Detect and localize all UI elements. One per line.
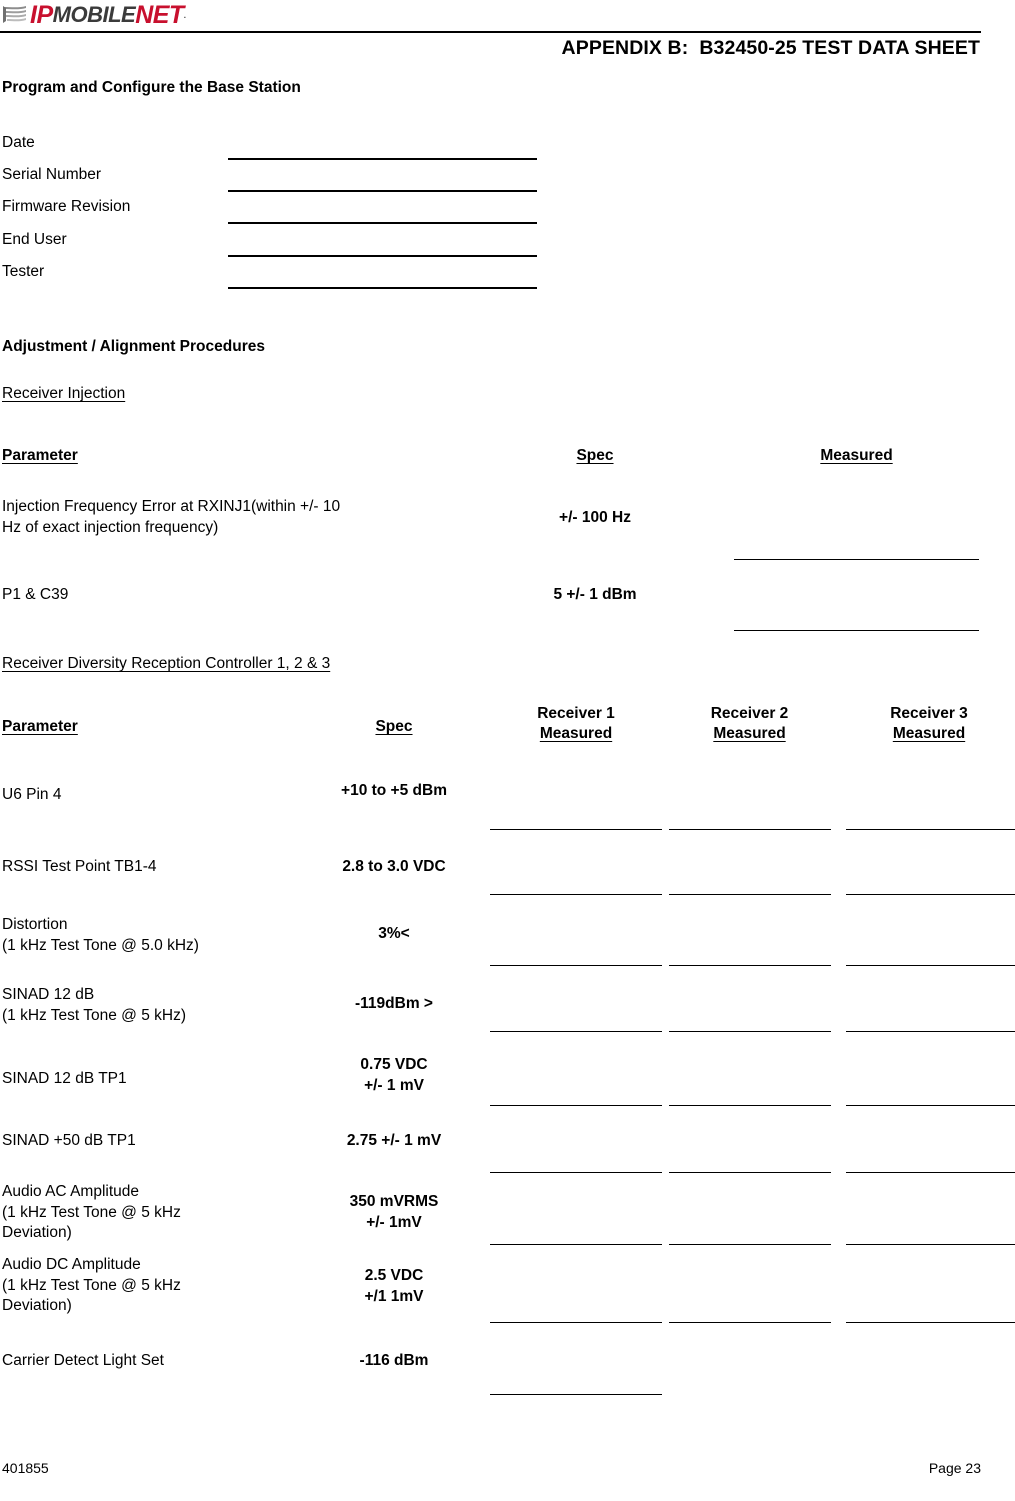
table2-row-spec: 2.8 to 3.0 VDC [342,858,446,875]
table1-header-parameter: Parameter [2,447,78,464]
table2-row-receiver3-line[interactable] [846,1322,1015,1323]
table1-row-measured-line[interactable] [734,630,979,631]
logo-text-net: NET [135,0,184,29]
table2-header-receiver2: Receiver 2 [710,705,789,722]
table2-row-receiver3-line[interactable] [846,894,1015,895]
footer-document-number: 401855 [2,1460,49,1476]
field-label-tester: Tester [2,263,45,280]
table2-row-parameter: SINAD +50 dB TP1 [2,1132,136,1149]
table2-row-receiver1-line[interactable] [490,1105,662,1106]
field-line-tester[interactable] [228,287,537,289]
table2-header-receiver2-measured: Measured [713,725,786,742]
page-header: IP MOBILE NET . APPENDIX B: B32450-25 TE… [0,0,1015,70]
table2-row-receiver1-line[interactable] [490,1172,662,1173]
field-line-end-user[interactable] [228,255,537,257]
field-line-firmware-revision[interactable] [228,222,537,224]
table2-row-parameter: Distortion (1 kHz Test Tone @ 5.0 kHz) [2,916,199,954]
table2-row-receiver2-line[interactable] [669,965,831,966]
field-label-date: Date [2,134,35,151]
table2-row-receiver1-line[interactable] [490,829,662,830]
table2-row-receiver3-line[interactable] [846,1031,1015,1032]
table2-row-receiver2-line[interactable] [669,1031,831,1032]
table2-row-parameter: Audio DC Amplitude (1 kHz Test Tone @ 5 … [2,1256,181,1314]
table2-row-spec: -119dBm > [355,995,433,1012]
table2-header-parameter: Parameter [2,718,78,735]
table2-row-receiver1-line[interactable] [490,894,662,895]
table2-row-receiver3-line[interactable] [846,829,1015,830]
table2-row-spec: -116 dBm [359,1352,429,1369]
table2-row-parameter: SINAD 12 dB TP1 [2,1070,127,1087]
table2-row-receiver2-line[interactable] [669,1322,831,1323]
table1-row-parameter: Injection Frequency Error at RXINJ1(with… [2,498,341,536]
table2-row-parameter: SINAD 12 dB (1 kHz Test Tone @ 5 kHz) [2,986,187,1024]
table2-row-spec: 350 mVRMS +/- 1mV [349,1193,439,1231]
table1-row-spec: +/- 100 Hz [559,509,631,526]
table1-row-measured-line[interactable] [734,559,979,560]
table2-row-receiver3-line[interactable] [846,1105,1015,1106]
table2-header-receiver3-measured: Measured [892,725,966,742]
field-line-serial-number[interactable] [228,190,537,192]
table2-row-parameter: U6 Pin 4 [2,786,62,803]
logo-text-mobile: MOBILE [52,2,136,27]
field-label-serial-number: Serial Number [2,166,102,183]
section-heading-adjustment: Adjustment / Alignment Procedures [2,338,265,355]
table1-row-spec: 5 +/- 1 dBm [553,586,637,603]
table1-header-spec: Spec [576,447,614,464]
table2-header-receiver1-measured: Measured [539,725,613,742]
table2-row-spec: +10 to +5 dBm [341,782,447,799]
footer-page-number: Page 23 [928,1460,981,1476]
field-label-end-user: End User [2,231,67,248]
table2-row-parameter: Audio AC Amplitude (1 kHz Test Tone @ 5 … [2,1183,181,1241]
subsection-heading-receiver-diversity: Receiver Diversity Reception Controller … [2,655,331,672]
table2-row-spec: 2.5 VDC +/1 1mV [364,1267,424,1305]
table2-row-receiver2-line[interactable] [669,1244,831,1245]
appendix-title: APPENDIX B: B32450-25 TEST DATA SHEET [561,37,980,59]
swoosh-icon [3,6,26,23]
table2-row-spec: 0.75 VDC +/- 1 mV [360,1056,428,1094]
table2-row-receiver2-line[interactable] [669,829,831,830]
table1-header-measured: Measured [820,447,893,464]
section-heading-program-configure: Program and Configure the Base Station [2,79,301,96]
table2-row-receiver3-line[interactable] [846,1244,1015,1245]
table2-row-receiver1-line[interactable] [490,1322,662,1323]
table2-header-receiver3: Receiver 3 [890,705,968,722]
table2-header-spec: Spec [375,718,413,735]
table2-row-receiver1-line[interactable] [490,1394,662,1395]
table2-row-parameter: Carrier Detect Light Set [2,1352,164,1369]
table2-row-parameter: RSSI Test Point TB1-4 [2,858,157,875]
table2-row-receiver1-line[interactable] [490,1244,662,1245]
table2-row-receiver3-line[interactable] [846,965,1015,966]
field-label-firmware-revision: Firmware Revision [2,198,131,215]
ipmobilenet-logo: IP MOBILE NET . [2,2,186,28]
table2-row-receiver2-line[interactable] [669,1105,831,1106]
subsection-heading-receiver-injection: Receiver Injection [2,385,126,402]
table2-row-receiver2-line[interactable] [669,1172,831,1173]
header-divider [0,31,981,33]
table2-row-spec: 2.75 +/- 1 mV [346,1132,442,1149]
logo-text-tm: . [183,10,186,20]
logo-text-ip: IP [30,0,53,29]
table2-header-receiver1: Receiver 1 [537,705,615,722]
field-line-date[interactable] [228,158,537,160]
table2-row-receiver2-line[interactable] [669,894,831,895]
table2-row-receiver1-line[interactable] [490,965,662,966]
table2-row-receiver3-line[interactable] [846,1172,1015,1173]
table2-row-spec: 3%< [378,925,410,942]
table1-row-parameter: P1 & C39 [2,586,69,603]
table2-row-receiver1-line[interactable] [490,1031,662,1032]
